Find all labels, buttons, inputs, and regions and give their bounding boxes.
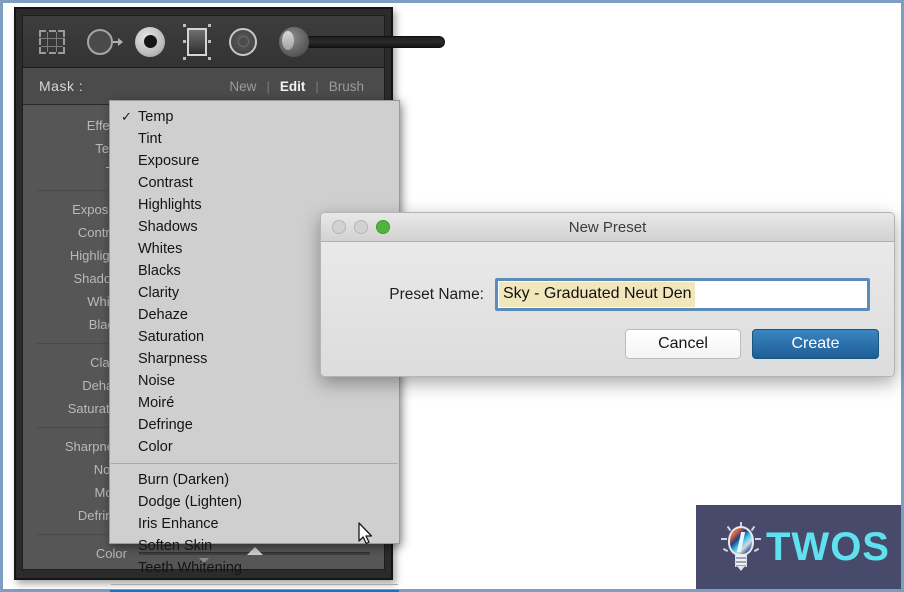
dialog-button-row: Cancel Create xyxy=(625,329,879,359)
menu-item[interactable]: Moiré xyxy=(110,392,399,414)
lightbulb-icon xyxy=(721,522,761,571)
menu-item[interactable]: Contrast xyxy=(110,172,399,194)
menu-item[interactable]: Iris Enhance xyxy=(110,513,399,535)
dialog-body: Preset Name: Sky - Graduated Neut Den Ca… xyxy=(321,242,894,376)
preset-name-value: Sky - Graduated Neut Den xyxy=(499,282,695,307)
menu-item[interactable]: Tint xyxy=(110,128,399,150)
cancel-button[interactable]: Cancel xyxy=(625,329,741,359)
menu-separator xyxy=(111,584,398,585)
mask-mode-edit[interactable]: Edit xyxy=(280,79,306,94)
graduated-filter-tool-icon[interactable] xyxy=(183,23,211,60)
spot-removal-tool-icon[interactable] xyxy=(87,25,123,59)
mask-label: Mask : xyxy=(39,78,84,94)
preset-name-input[interactable]: Sky - Graduated Neut Den xyxy=(495,278,870,311)
radial-filter-tool-icon[interactable] xyxy=(229,25,257,59)
menu-item[interactable]: Temp xyxy=(110,106,399,128)
preset-name-label: Preset Name: xyxy=(389,285,484,303)
mask-mode-brush[interactable]: Brush xyxy=(329,79,364,94)
menu-item[interactable]: Burn (Darken) xyxy=(110,469,399,491)
crop-overlay-tool-icon[interactable] xyxy=(39,27,65,57)
brush-size-slider[interactable] xyxy=(305,35,445,48)
mask-mode-new[interactable]: New xyxy=(229,79,256,94)
menu-item[interactable]: Soften Skin xyxy=(110,535,399,557)
menu-item[interactable]: Color xyxy=(110,436,399,458)
menu-item[interactable]: Dodge (Lighten) xyxy=(110,491,399,513)
tool-strip xyxy=(23,16,445,68)
red-eye-correction-tool-icon[interactable] xyxy=(135,25,165,59)
menu-separator xyxy=(111,463,398,464)
dialog-titlebar: New Preset xyxy=(321,213,894,242)
create-button[interactable]: Create xyxy=(752,329,879,359)
twos-watermark: TWOS xyxy=(696,505,901,589)
mask-mode-separator-2: | xyxy=(315,78,319,94)
menu-item[interactable]: Exposure xyxy=(110,150,399,172)
twos-wordmark: TWOS xyxy=(766,525,890,569)
mask-mode-group: New | Edit | Brush xyxy=(229,79,364,94)
dialog-title: New Preset xyxy=(568,218,647,236)
menu-item[interactable]: Teeth Whitening xyxy=(110,557,399,579)
screenshot-root: Mask : New | Edit | Brush Effect : TempT… xyxy=(0,0,904,592)
adjustment-brush-tool-icon[interactable] xyxy=(279,26,445,57)
preset-name-row: Preset Name: Sky - Graduated Neut Den xyxy=(321,278,894,311)
menu-item[interactable]: Defringe xyxy=(110,414,399,436)
new-preset-dialog: New Preset Preset Name: Sky - Graduated … xyxy=(320,212,895,377)
mask-mode-separator-1: | xyxy=(266,78,270,94)
